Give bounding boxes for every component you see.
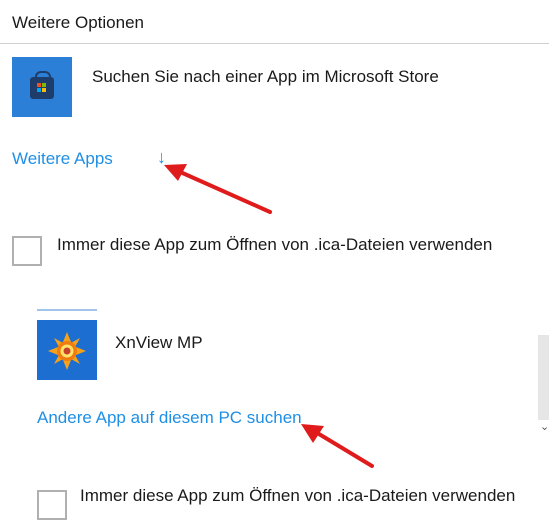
- section-title: Weitere Optionen: [12, 13, 144, 32]
- selection-accent: [37, 309, 97, 311]
- more-apps-link[interactable]: Weitere Apps: [12, 149, 113, 169]
- annotation-arrow-2: [312, 429, 374, 468]
- always-use-checkbox[interactable]: [12, 236, 42, 266]
- annotation-arrow-1: [176, 169, 272, 214]
- xnview-icon[interactable]: [37, 320, 97, 380]
- arrow-down-icon[interactable]: ↓: [157, 147, 166, 168]
- always-use-label-2: Immer diese App zum Öffnen von .ica-Date…: [80, 486, 516, 505]
- scrollbar[interactable]: [538, 335, 549, 420]
- annotation-arrowhead-2: [301, 424, 324, 443]
- scroll-down-icon[interactable]: ⌄: [540, 420, 549, 433]
- app-name-xnview[interactable]: XnView MP: [115, 333, 203, 353]
- always-use-label: Immer diese App zum Öffnen von .ica-Date…: [57, 235, 493, 254]
- microsoft-store-icon[interactable]: [12, 57, 72, 117]
- annotation-arrowhead-1: [164, 164, 187, 181]
- always-use-checkbox-2[interactable]: [37, 490, 67, 520]
- store-search-option[interactable]: Suchen Sie nach einer App im Microsoft S…: [92, 63, 522, 90]
- find-other-app-link[interactable]: Andere App auf diesem PC suchen: [37, 408, 302, 428]
